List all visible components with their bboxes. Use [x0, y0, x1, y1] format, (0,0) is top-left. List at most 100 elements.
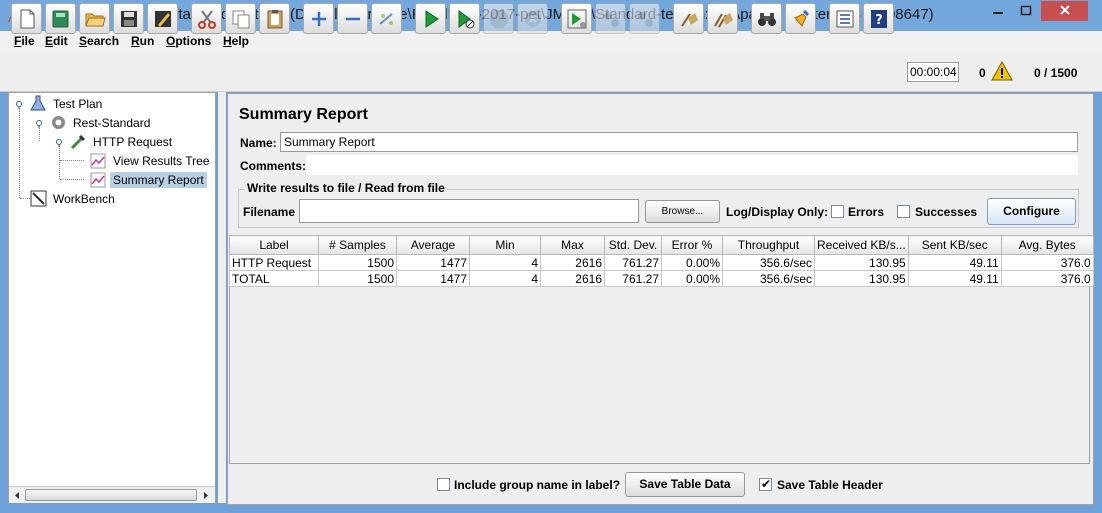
templates-button[interactable] [45, 3, 76, 34]
close-button[interactable] [1041, 1, 1088, 21]
configure-button[interactable]: Configure [987, 198, 1076, 225]
column-header[interactable]: Average [396, 235, 470, 255]
table-row[interactable]: HTTP Request 1500 1477 4 2616 761.27 0.0… [229, 254, 1094, 271]
menu-edit[interactable]: Edit [45, 34, 68, 48]
column-header[interactable]: Sent KB/sec [907, 235, 1002, 255]
table-cell: 761.27 [604, 270, 662, 287]
tree-item-workbench[interactable]: WorkBench [30, 190, 200, 208]
tree-item-rest-standard[interactable]: Rest-Standard [34, 114, 204, 132]
maximize-icon [1020, 5, 1032, 16]
panel-splitter[interactable] [218, 92, 226, 503]
start-button[interactable] [415, 3, 446, 34]
successes-checkbox[interactable] [897, 205, 910, 218]
table-row[interactable]: TOTAL 1500 1477 4 2616 761.27 0.00% 356.… [229, 270, 1094, 287]
errors-checkbox[interactable] [831, 205, 844, 218]
menu-mnemonic: O [166, 34, 176, 48]
include-group-name-label: Include group name in label? [454, 478, 621, 492]
name-label: Name: [240, 136, 277, 150]
filename-input[interactable] [299, 199, 639, 223]
remote-shutdown-icon [638, 12, 653, 27]
column-header[interactable]: Received KB/s... [814, 235, 909, 255]
clear-all-button[interactable] [707, 3, 738, 34]
results-table: Label # Samples Average Min Max Std. Dev… [229, 235, 1094, 287]
play-icon [425, 10, 439, 28]
open-button[interactable] [79, 3, 110, 34]
broom-clear-all-icon [714, 13, 733, 28]
collapse-all-button[interactable] [337, 3, 368, 34]
menu-label-rest: elp [231, 34, 250, 48]
copy-button[interactable] [225, 3, 256, 34]
table-cell: 0.00% [661, 254, 723, 271]
reset-broom-icon [794, 9, 810, 27]
save-table-header-checkbox[interactable]: ✔ [759, 477, 772, 491]
table-cell: 356.6/sec [722, 254, 815, 271]
save-button[interactable] [113, 3, 144, 34]
shutdown-button[interactable] [517, 3, 548, 34]
tree-horizontal-scrollbar[interactable] [9, 486, 215, 503]
menu-mnemonic: S [79, 34, 88, 48]
clear-button[interactable] [673, 3, 704, 34]
menu-bar: File Edit Search Run Options Help [0, 31, 1102, 53]
column-header[interactable]: Throughput [722, 235, 815, 255]
table-cell: 376.0 [1000, 270, 1094, 287]
menu-run[interactable]: Run [131, 34, 154, 48]
tree-item-test-plan[interactable]: Test Plan [14, 95, 204, 113]
remote-shutdown-all-button[interactable] [629, 3, 660, 34]
tree-item-view-results-tree[interactable]: View Results Tree [90, 152, 215, 170]
error-count: 0 [979, 66, 986, 80]
remote-start-all-button[interactable] [561, 3, 592, 34]
function-helper-button[interactable] [829, 3, 860, 34]
page-title: Summary Report [239, 106, 368, 123]
column-header[interactable]: Error % [661, 235, 723, 255]
menu-help[interactable]: Help [223, 34, 249, 48]
table-cell: 1500 [318, 254, 397, 271]
tree-item-summary-report[interactable]: Summary Report [90, 171, 212, 189]
scroll-right-icon[interactable] [199, 489, 213, 502]
filename-label: Filename [243, 205, 296, 219]
stop-button[interactable] [483, 3, 514, 34]
help-button[interactable]: ? [863, 3, 894, 34]
paste-button[interactable] [259, 3, 290, 34]
table-cell: 376.0 [1000, 254, 1094, 271]
scrollbar-thumb[interactable] [25, 489, 197, 501]
remote-stop-icon [604, 12, 619, 27]
start-no-pauses-button[interactable] [449, 3, 480, 34]
column-header[interactable]: # Samples [318, 235, 397, 255]
name-input[interactable]: Summary Report [280, 132, 1078, 152]
stop-icon [490, 10, 508, 28]
new-button[interactable] [11, 3, 42, 34]
table-cell: 130.95 [814, 254, 909, 271]
table-header-row: Label # Samples Average Min Max Std. Dev… [229, 235, 1094, 255]
elapsed-time: 00:00:04 [907, 62, 959, 82]
column-header[interactable]: Min [469, 235, 541, 255]
browse-button[interactable]: Browse... [645, 200, 720, 223]
binoculars-icon [758, 13, 776, 26]
plus-icon [312, 12, 326, 26]
column-header[interactable]: Max [540, 235, 605, 255]
toggle-button[interactable] [371, 3, 402, 34]
menu-file[interactable]: File [14, 34, 35, 48]
comments-input[interactable] [306, 155, 1078, 175]
minimize-button[interactable] [984, 1, 1011, 21]
maximize-button[interactable] [1013, 1, 1039, 21]
column-header[interactable]: Label [229, 235, 319, 255]
save-table-data-button[interactable]: Save Table Data [625, 472, 745, 497]
column-header[interactable]: Std. Dev. [604, 235, 662, 255]
scroll-left-icon[interactable] [10, 489, 24, 502]
save-table-header-label: Save Table Header [777, 478, 883, 492]
remote-stop-all-button[interactable] [595, 3, 626, 34]
tree-item-http-request[interactable]: HTTP Request [54, 133, 204, 151]
new-document-icon [20, 9, 35, 29]
menu-options[interactable]: Options [166, 34, 211, 48]
include-group-name-checkbox[interactable] [437, 478, 450, 491]
menu-search[interactable]: Search [79, 34, 119, 48]
revert-button[interactable] [147, 3, 178, 34]
cut-button[interactable] [191, 3, 222, 34]
svg-text:?: ? [875, 13, 883, 28]
tree-expand-handle-icon [16, 101, 22, 109]
column-header[interactable]: Avg. Bytes [1000, 235, 1094, 255]
reset-search-button[interactable] [785, 3, 816, 34]
thread-group-gear-icon [52, 116, 65, 129]
expand-all-button[interactable] [303, 3, 334, 34]
search-button[interactable] [751, 3, 782, 34]
